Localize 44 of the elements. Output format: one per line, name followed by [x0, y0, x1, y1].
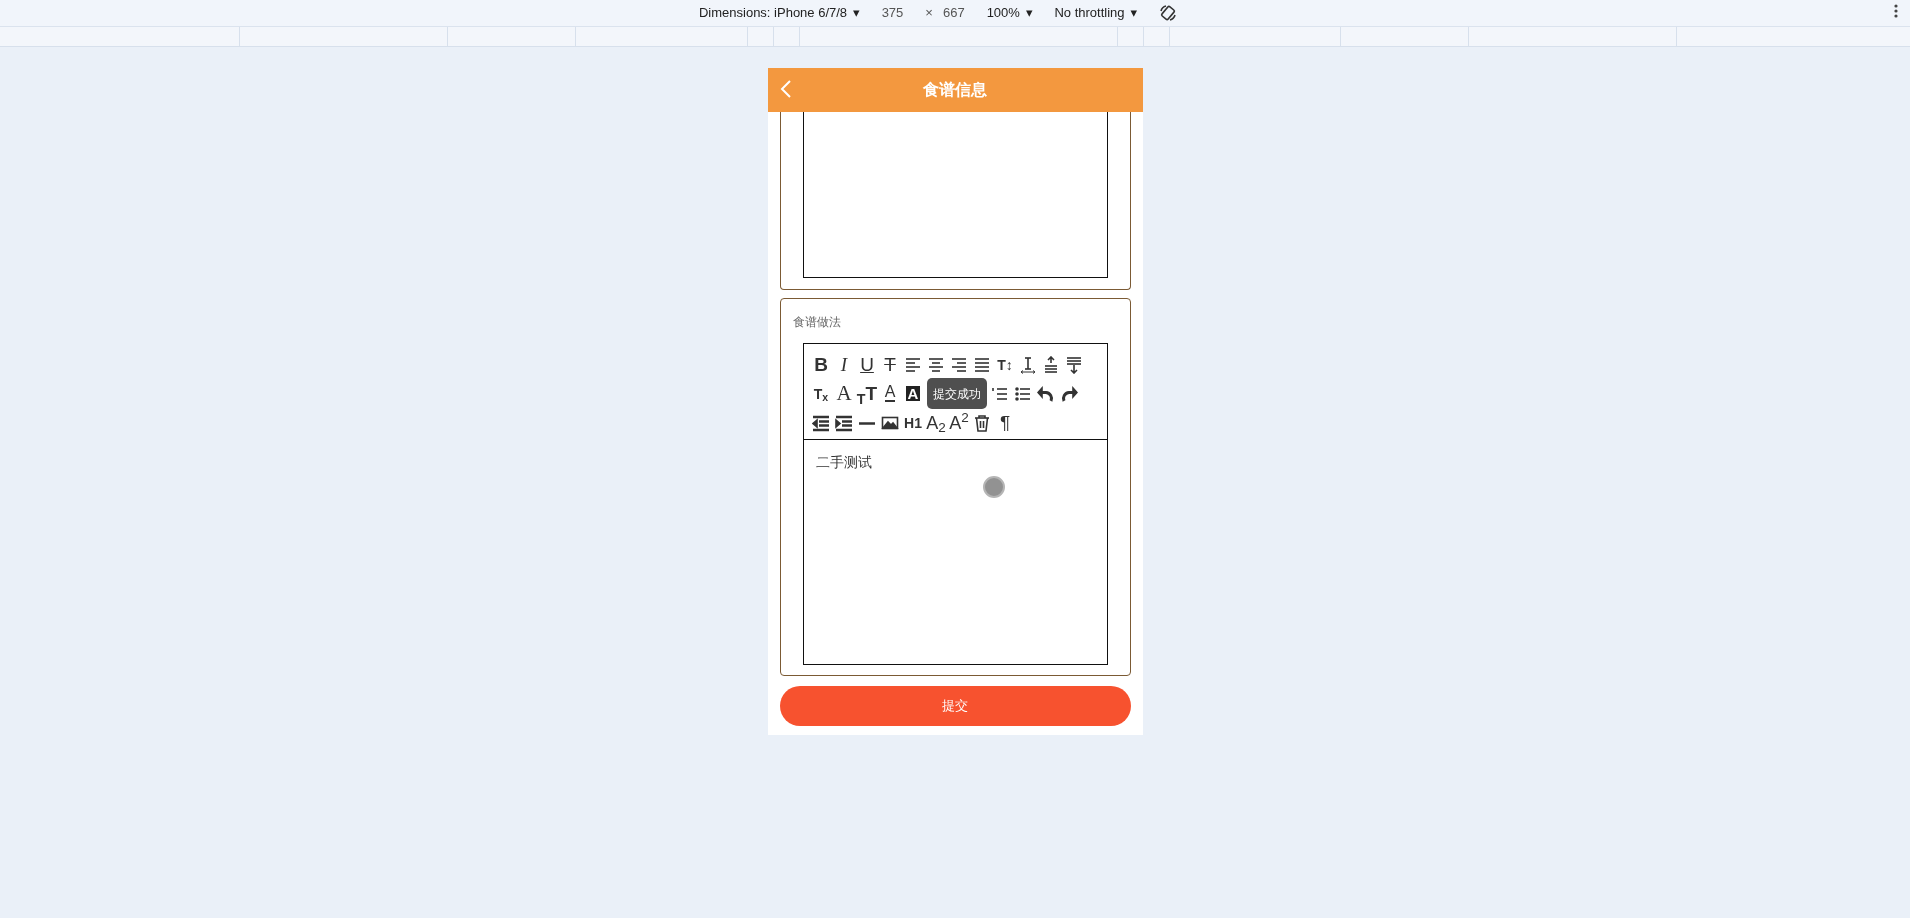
align-center-icon[interactable]: [927, 355, 945, 374]
clear-format-button[interactable]: T$_{x}$: [809, 379, 833, 408]
space-before-icon[interactable]: [1042, 355, 1060, 374]
height-field[interactable]: 667: [942, 3, 965, 23]
italic-button[interactable]: I: [832, 350, 856, 379]
pilcrow-button[interactable]: ¶: [993, 408, 1017, 437]
throttling-select[interactable]: No throttling: [1054, 3, 1125, 23]
space-after-icon[interactable]: [1065, 355, 1083, 374]
field-label: 食谱做法: [791, 314, 842, 331]
caret-icon[interactable]: ▾: [853, 3, 860, 23]
editor-text: 二手测试: [815, 454, 872, 470]
caret-icon[interactable]: ▾: [1130, 3, 1138, 23]
redo-icon[interactable]: [1060, 384, 1078, 403]
undo-icon[interactable]: [1037, 384, 1055, 403]
superscript-button[interactable]: A$^{2}$: [947, 408, 971, 437]
editor-content[interactable]: 二手测试: [803, 440, 1107, 664]
highlight-button[interactable]: A: [901, 379, 925, 408]
heading-button[interactable]: H1: [901, 408, 925, 437]
trash-icon[interactable]: [973, 413, 991, 432]
line-height-button[interactable]: T↕: [993, 350, 1017, 379]
outdent-icon[interactable]: [812, 413, 830, 432]
width-field[interactable]: 375: [881, 3, 904, 23]
strike-button[interactable]: T: [878, 350, 902, 379]
letter-spacing-icon[interactable]: [1019, 355, 1037, 374]
page-title: 食谱信息: [923, 80, 987, 100]
indent-icon[interactable]: [835, 413, 853, 432]
align-right-icon[interactable]: [950, 355, 968, 374]
caret-icon[interactable]: ▾: [1025, 3, 1033, 23]
font-size-button[interactable]: $_{T}$T: [855, 379, 879, 408]
align-left-icon[interactable]: [904, 355, 922, 374]
bold-button[interactable]: B: [809, 350, 833, 379]
justify-icon[interactable]: [973, 355, 991, 374]
unordered-list-icon[interactable]: [1014, 384, 1032, 403]
toast-message: 提交成功: [926, 378, 987, 409]
font-button[interactable]: A: [832, 379, 856, 408]
subscript-button[interactable]: A$_{2}$: [924, 408, 948, 437]
zoom-select[interactable]: 100%: [986, 3, 1020, 23]
font-color-button[interactable]: A: [878, 379, 902, 408]
times-icon: ×: [925, 3, 933, 23]
touch-cursor: [982, 476, 1005, 498]
underline-button[interactable]: U: [855, 350, 879, 379]
rotate-icon[interactable]: [1159, 4, 1178, 22]
device-select[interactable]: Dimensions: iPhone 6/7/8: [698, 3, 848, 23]
more-icon[interactable]: [1894, 4, 1898, 18]
